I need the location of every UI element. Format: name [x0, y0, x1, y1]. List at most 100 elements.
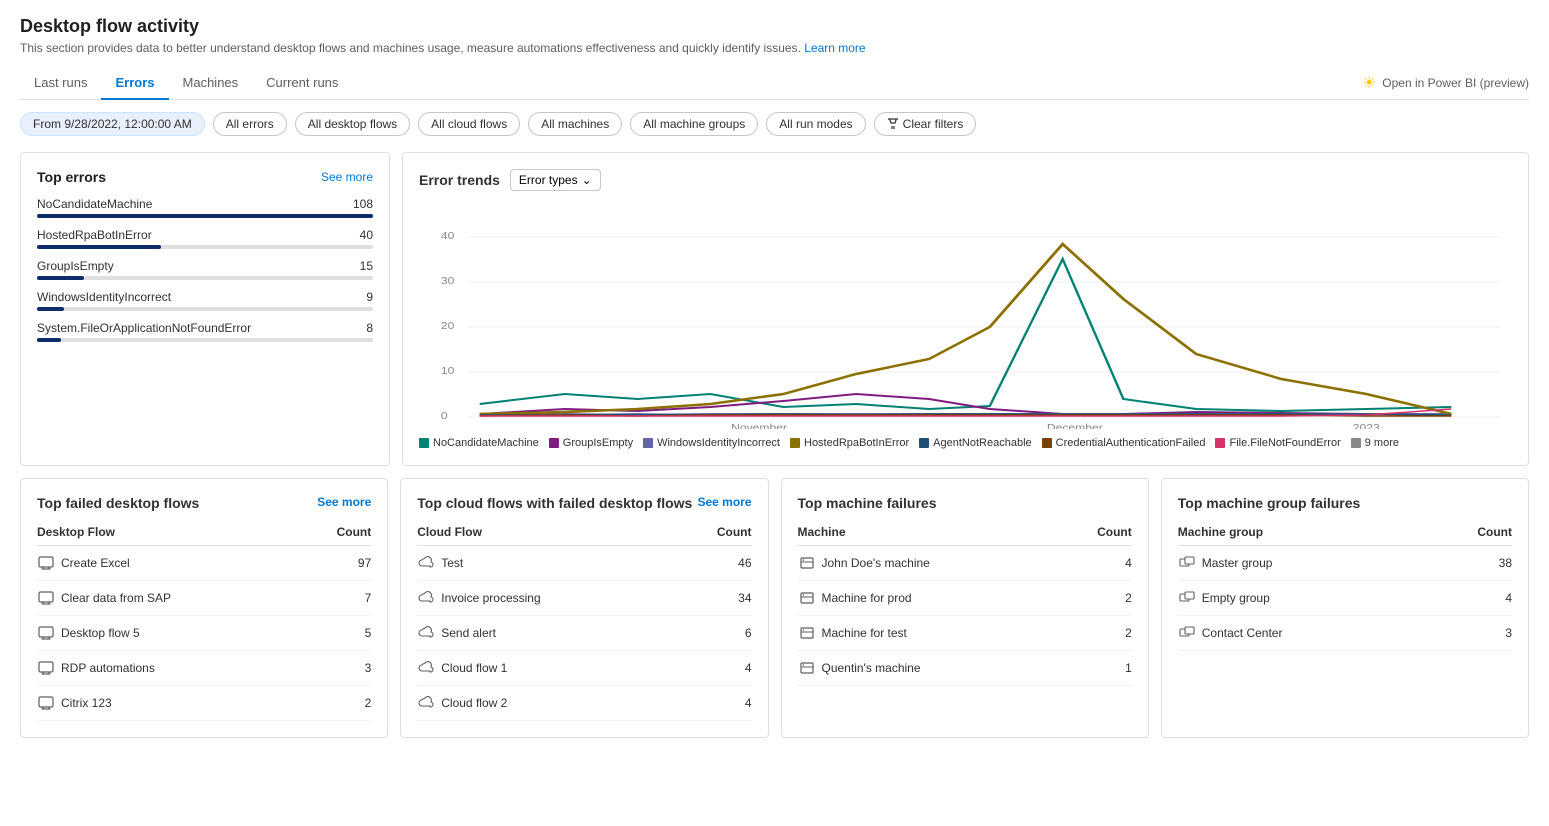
- error-item: HostedRpaBotInError 40: [37, 228, 373, 249]
- error-item: System.FileOrApplicationNotFoundError 8: [37, 321, 373, 342]
- error-bar: [37, 214, 373, 218]
- machine-group-col-header: Machine group: [1178, 519, 1429, 546]
- top-errors-see-more[interactable]: See more: [321, 170, 373, 184]
- top-cloud-flows-see-more[interactable]: See more: [697, 495, 751, 511]
- machine-group-count-col-header: Count: [1429, 519, 1512, 546]
- cloud-name-cell: Cloud flow 2: [417, 686, 678, 721]
- cloud-flows-table: Cloud Flow Count Test 46 Invoice process…: [417, 519, 751, 721]
- group-name-cell: Master group: [1178, 546, 1429, 581]
- chevron-down-icon: ⌄: [582, 173, 592, 187]
- page-title: Desktop flow activity: [20, 16, 1529, 37]
- cloud-flow-icon: [417, 589, 435, 607]
- machine-count-cell: 1: [1062, 651, 1131, 686]
- table-row: Cloud flow 2 4: [417, 686, 751, 721]
- desktop-count-col-header: Count: [303, 519, 372, 546]
- tab-current-runs[interactable]: Current runs: [252, 67, 352, 100]
- error-item: GroupIsEmpty 15: [37, 259, 373, 280]
- legend-label: AgentNotReachable: [933, 437, 1031, 449]
- top-errors-title: Top errors: [37, 169, 106, 185]
- legend-dot: [419, 438, 429, 448]
- all-machine-groups-filter[interactable]: All machine groups: [630, 112, 758, 136]
- error-name: System.FileOrApplicationNotFoundError: [37, 321, 251, 335]
- table-row: Invoice processing 34: [417, 581, 751, 616]
- tab-last-runs[interactable]: Last runs: [20, 67, 101, 100]
- top-cloud-flows-card: Top cloud flows with failed desktop flow…: [400, 478, 768, 738]
- error-name: NoCandidateMachine: [37, 197, 152, 211]
- date-filter[interactable]: From 9/28/2022, 12:00:00 AM: [20, 112, 205, 136]
- cloud-count-cell: 4: [678, 651, 751, 686]
- flow-count-cell: 5: [303, 616, 372, 651]
- power-bi-icon: ☀: [1362, 73, 1376, 93]
- cloud-count-cell: 34: [678, 581, 751, 616]
- tab-actions: ☀ Open in Power BI (preview): [1362, 73, 1529, 93]
- svg-text:20: 20: [441, 321, 454, 332]
- error-trends-chart: 0 10 20 30 40 November December 2023: [419, 199, 1512, 429]
- table-row: Test 46: [417, 546, 751, 581]
- cloud-count-cell: 46: [678, 546, 751, 581]
- page-subtitle: This section provides data to better und…: [20, 41, 1529, 55]
- table-row: Citrix 123 2: [37, 686, 371, 721]
- learn-more-link[interactable]: Learn more: [804, 41, 865, 55]
- table-row: Send alert 6: [417, 616, 751, 651]
- legend-item: 9 more: [1351, 437, 1399, 449]
- tab-machines[interactable]: Machines: [169, 67, 253, 100]
- desktop-flow-col-header: Desktop Flow: [37, 519, 303, 546]
- all-cloud-flows-filter[interactable]: All cloud flows: [418, 112, 520, 136]
- error-bar: [37, 307, 64, 311]
- legend-dot: [1215, 438, 1225, 448]
- error-name: GroupIsEmpty: [37, 259, 114, 273]
- cloud-name-cell: Test: [417, 546, 678, 581]
- machines-table: Machine Count John Doe's machine 4 Machi…: [798, 519, 1132, 686]
- flow-name-cell: Create Excel: [37, 546, 303, 581]
- machine-name-cell: Machine for prod: [798, 581, 1063, 616]
- legend-dot: [549, 438, 559, 448]
- desktop-flows-table: Desktop Flow Count Create Excel 97 Clear…: [37, 519, 371, 721]
- legend-label: CredentialAuthenticationFailed: [1056, 437, 1206, 449]
- all-errors-filter[interactable]: All errors: [213, 112, 287, 136]
- cloud-name-cell: Invoice processing: [417, 581, 678, 616]
- tab-errors[interactable]: Errors: [101, 67, 168, 100]
- legend-dot: [1042, 438, 1052, 448]
- table-row: Machine for prod 2: [798, 581, 1132, 616]
- legend-item: GroupIsEmpty: [549, 437, 633, 449]
- machine-count-cell: 2: [1062, 581, 1131, 616]
- group-name-cell: Contact Center: [1178, 616, 1429, 651]
- clear-icon: [887, 118, 899, 130]
- desktop-flow-icon: [37, 554, 55, 572]
- desktop-flow-icon: [37, 589, 55, 607]
- cloud-flow-icon: [417, 554, 435, 572]
- table-row: Create Excel 97: [37, 546, 371, 581]
- machine-count-cell: 4: [1062, 546, 1131, 581]
- power-bi-label[interactable]: Open in Power BI (preview): [1382, 76, 1529, 90]
- flow-name-cell: Clear data from SAP: [37, 581, 303, 616]
- legend-dot: [1351, 438, 1361, 448]
- error-count: 15: [360, 259, 373, 273]
- cloud-count-cell: 6: [678, 616, 751, 651]
- cloud-count-col-header: Count: [678, 519, 751, 546]
- all-desktop-flows-filter[interactable]: All desktop flows: [295, 112, 410, 136]
- machine-count-cell: 2: [1062, 616, 1131, 651]
- error-types-dropdown[interactable]: Error types ⌄: [510, 169, 601, 191]
- top-desktop-flows-see-more[interactable]: See more: [317, 495, 371, 511]
- flow-count-cell: 3: [303, 651, 372, 686]
- top-desktop-flows-title: Top failed desktop flows: [37, 495, 199, 511]
- error-item: WindowsIdentityIncorrect 9: [37, 290, 373, 311]
- table-row: Quentin's machine 1: [798, 651, 1132, 686]
- legend-item: CredentialAuthenticationFailed: [1042, 437, 1206, 449]
- all-machines-filter[interactable]: All machines: [528, 112, 622, 136]
- error-bar: [37, 245, 161, 249]
- legend-item: File.FileNotFoundError: [1215, 437, 1340, 449]
- legend-dot: [643, 438, 653, 448]
- table-row: Cloud flow 1 4: [417, 651, 751, 686]
- legend-item: NoCandidateMachine: [419, 437, 539, 449]
- clear-filters-button[interactable]: Clear filters: [874, 112, 977, 136]
- legend-item: HostedRpaBotInError: [790, 437, 909, 449]
- svg-text:2023: 2023: [1353, 423, 1380, 429]
- all-run-modes-filter[interactable]: All run modes: [766, 112, 865, 136]
- desktop-flow-icon: [37, 659, 55, 677]
- chart-legend: NoCandidateMachineGroupIsEmptyWindowsIde…: [419, 437, 1512, 449]
- machine-name-cell: Quentin's machine: [798, 651, 1063, 686]
- flow-name-cell: Desktop flow 5: [37, 616, 303, 651]
- flow-name-cell: RDP automations: [37, 651, 303, 686]
- legend-label: File.FileNotFoundError: [1229, 437, 1340, 449]
